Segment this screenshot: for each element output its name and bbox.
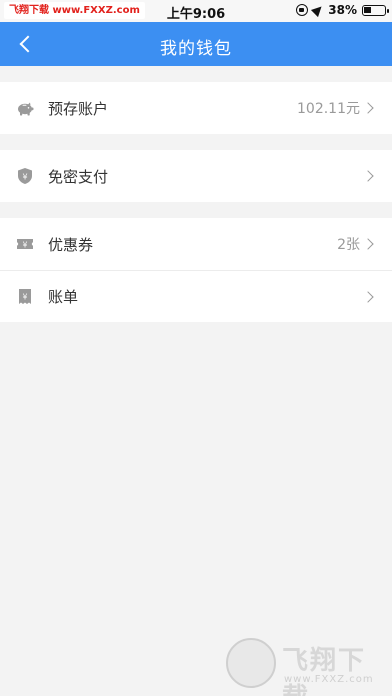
coupon-icon: ¥ bbox=[17, 239, 33, 249]
orientation-lock-icon bbox=[296, 4, 309, 16]
shield-yen-icon: ¥ bbox=[18, 168, 32, 184]
row-label: 账单 bbox=[48, 288, 79, 306]
battery-percent: 38% bbox=[328, 3, 357, 17]
page-title: 我的钱包 bbox=[160, 39, 232, 59]
row-coupons[interactable]: ¥ 优惠券 2张 bbox=[0, 218, 392, 270]
svg-text:¥: ¥ bbox=[23, 293, 28, 302]
chevron-right-icon bbox=[362, 170, 374, 182]
watermark-brand: 飞翔下载 bbox=[282, 646, 367, 696]
svg-text:¥: ¥ bbox=[22, 173, 27, 182]
location-arrow-icon bbox=[311, 2, 326, 18]
watermark-site: www.FXXZ.com bbox=[284, 674, 374, 685]
svg-text:¥: ¥ bbox=[23, 240, 28, 249]
row-bills[interactable]: ¥ 账单 bbox=[0, 270, 392, 322]
row-password-free-payment[interactable]: ¥ 免密支付 bbox=[0, 150, 392, 202]
row-value: 2张 bbox=[337, 237, 360, 253]
battery-icon bbox=[362, 4, 389, 16]
chevron-right-icon bbox=[362, 102, 374, 114]
status-bar: 飞翔下载 www.FXXZ.com 上午9:06 38% bbox=[0, 0, 392, 22]
watermark-badge-icon bbox=[226, 638, 276, 688]
watermark-logo: 飞翔下载 www.FXXZ.com bbox=[226, 636, 386, 696]
status-indicators: 38% bbox=[296, 2, 389, 18]
row-label: 免密支付 bbox=[48, 167, 109, 186]
row-value: 102.11元 bbox=[297, 101, 360, 117]
row-label: 预存账户 bbox=[48, 99, 109, 118]
row-prepaid-account[interactable]: 预存账户 102.11元 bbox=[0, 82, 392, 134]
chevron-right-icon bbox=[362, 238, 374, 250]
wallet-group-coupons-bills: ¥ 优惠券 2张 ¥ 账单 bbox=[0, 218, 392, 322]
piggy-bank-icon bbox=[18, 102, 34, 116]
row-label: 优惠券 bbox=[48, 235, 94, 254]
wallet-group-payment: ¥ 免密支付 bbox=[0, 150, 392, 202]
bill-icon: ¥ bbox=[19, 289, 31, 304]
wallet-group-account: 预存账户 102.11元 bbox=[0, 82, 392, 134]
navigation-bar: 我的钱包 bbox=[0, 22, 392, 66]
chevron-right-icon bbox=[362, 291, 374, 303]
